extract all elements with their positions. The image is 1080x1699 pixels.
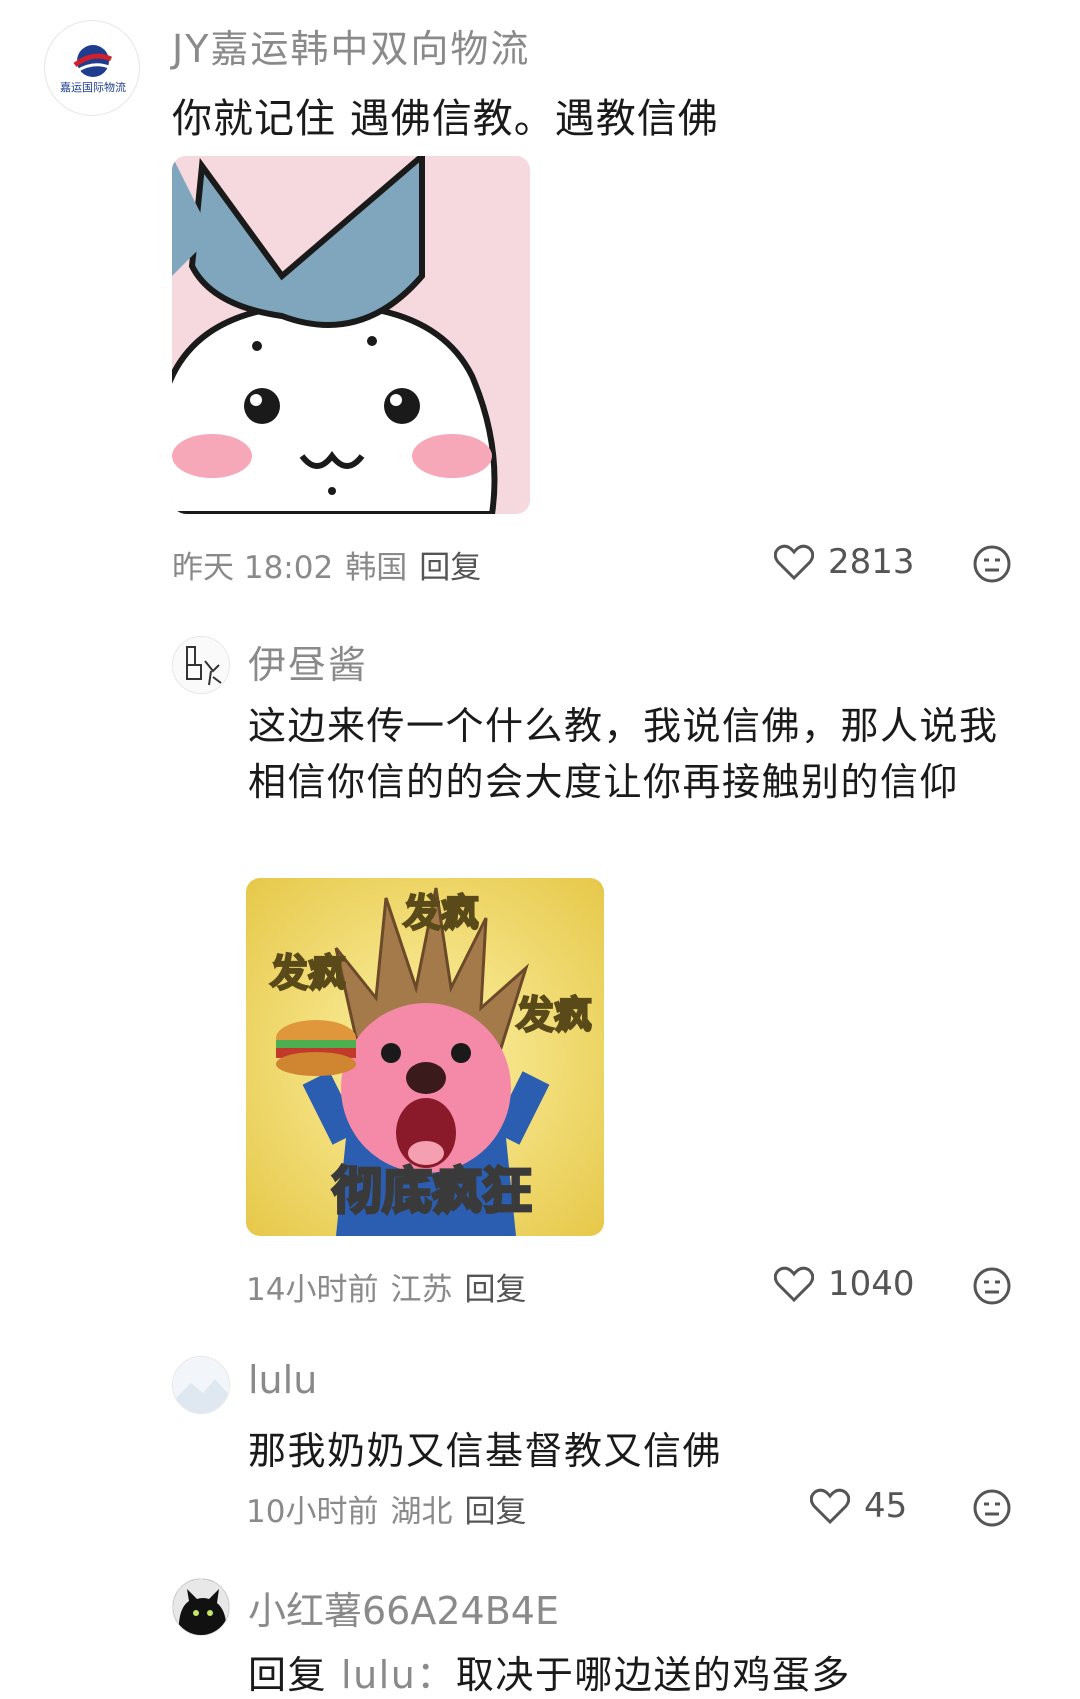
mention-link[interactable]: lulu： [341, 1653, 456, 1697]
svg-text:发疯: 发疯 [516, 993, 592, 1037]
like-button[interactable]: 1040 [774, 1264, 915, 1304]
avatar[interactable] [172, 636, 230, 694]
svg-text:彻底疯狂: 彻底疯狂 [332, 1162, 532, 1220]
svg-text:嘉运国际物流: 嘉运国际物流 [60, 80, 126, 94]
comment-text: 回复 lulu：取决于哪边送的鸡蛋多 [248, 1644, 851, 1699]
comment-location: 韩国 [345, 550, 408, 586]
avatar[interactable]: 嘉运国际物流 [44, 20, 140, 116]
comment-text: 你就记住 遇佛信教。遇教信佛 [172, 96, 719, 142]
heart-icon [774, 1266, 814, 1302]
comment-text: 这边来传一个什么教，我说信佛，那人说我相信你信的的会大度让你再接触别的信仰 [248, 704, 999, 804]
username[interactable]: JY嘉运韩中双向物流 [172, 18, 530, 73]
comment-meta: 14小时前 江苏 回复 [246, 1264, 526, 1309]
company-logo-icon: 嘉运国际物流 [60, 45, 126, 94]
svg-text:发疯: 发疯 [270, 951, 346, 995]
avatar[interactable] [172, 1356, 230, 1414]
emoji-reaction-icon[interactable] [972, 1266, 1012, 1306]
reply-button[interactable]: 回复 [419, 542, 481, 587]
comment-text: 那我奶奶又信基督教又信佛 [248, 1429, 723, 1473]
reply-button[interactable]: 回复 [464, 1264, 526, 1309]
comment-location: 湖北 [390, 1494, 453, 1530]
emoji-reaction-icon[interactable] [972, 544, 1012, 584]
like-button[interactable]: 2813 [774, 542, 915, 582]
reply-button[interactable]: 回复 [464, 1486, 526, 1531]
emoji-reaction-icon[interactable] [972, 1488, 1012, 1528]
comment-time: 14小时前 [246, 1272, 379, 1308]
bunny-sticker-icon[interactable] [172, 156, 530, 514]
like-count: 2813 [828, 542, 915, 582]
reply-prefix: 回复 [248, 1653, 328, 1697]
comment-time: 10小时前 [246, 1494, 379, 1530]
svg-text:发疯: 发疯 [403, 891, 479, 935]
mountain-avatar-icon [173, 1357, 229, 1413]
comment-time: 昨天 18:02 [172, 550, 334, 586]
like-button[interactable]: 45 [810, 1486, 907, 1526]
black-cat-avatar-icon [173, 1579, 229, 1635]
avatar-drawing-icon [173, 637, 229, 693]
heart-icon [774, 544, 814, 580]
username[interactable]: 小红薯66A24B4E [248, 1580, 559, 1635]
comment-location: 江苏 [390, 1272, 453, 1308]
username[interactable]: 伊昼酱 [248, 634, 368, 689]
like-count: 45 [864, 1486, 908, 1526]
avatar[interactable] [172, 1578, 230, 1636]
username[interactable]: lulu [248, 1358, 317, 1402]
heart-icon [810, 1488, 850, 1524]
comment-meta: 昨天 18:02 韩国 回复 [172, 542, 481, 587]
comment-body: 取决于哪边送的鸡蛋多 [455, 1653, 851, 1697]
like-count: 1040 [828, 1264, 915, 1304]
crazy-sticker-icon[interactable]: 发疯 发疯 发疯 彻底疯狂 [246, 878, 604, 1236]
comment-meta: 10小时前 湖北 回复 [246, 1486, 526, 1531]
